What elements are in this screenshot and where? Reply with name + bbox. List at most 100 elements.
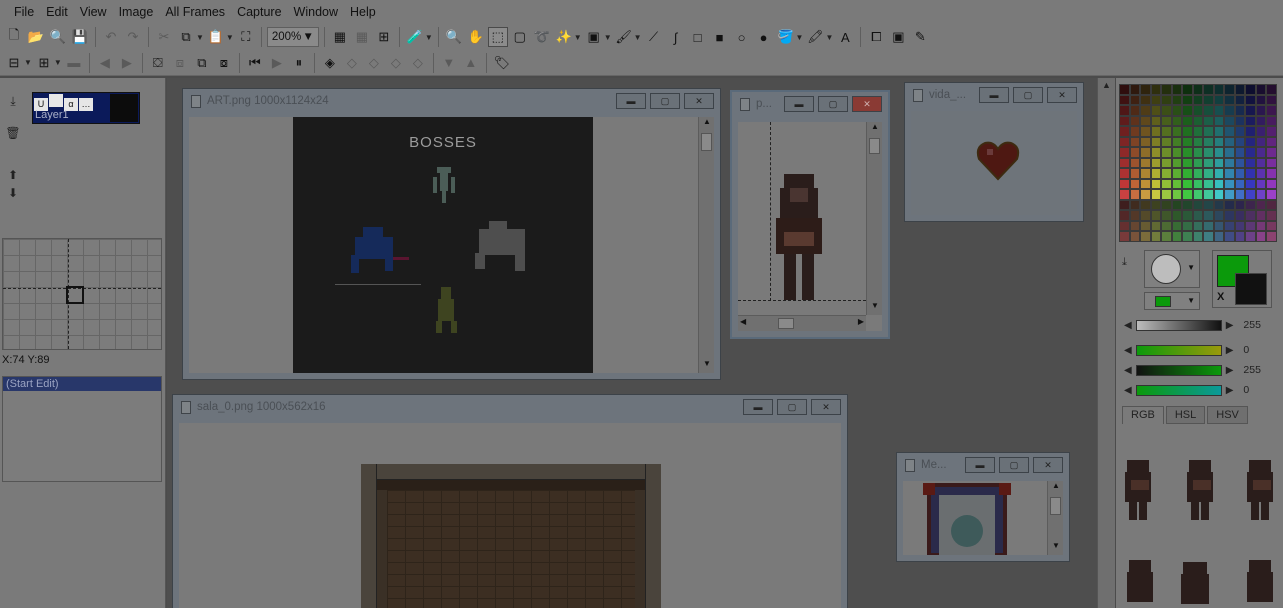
paste-icon[interactable]: 📋 — [206, 27, 226, 47]
ellipse-tool-icon[interactable]: ○ — [732, 27, 752, 47]
menu-edit[interactable]: Edit — [40, 5, 74, 19]
play-icon[interactable]: ▶ — [267, 53, 287, 73]
workspace-scrollbar[interactable]: ▲ — [1097, 78, 1115, 608]
copy-icon[interactable]: ⧉ — [176, 27, 196, 47]
menu-file[interactable]: File — [8, 5, 40, 19]
round-select-icon[interactable]: ▢ — [510, 27, 530, 47]
brush-shape-select[interactable]: ▼ — [1144, 250, 1200, 288]
maximize-button[interactable]: ▢ — [1013, 87, 1043, 103]
new-file-icon[interactable]: 🗋 — [4, 27, 24, 47]
browse-icon[interactable]: 🔍 — [48, 27, 68, 47]
move-down-icon[interactable]: ⬇ — [5, 186, 21, 202]
open-file-icon[interactable]: 📂 — [26, 27, 46, 47]
frame-tool-icon[interactable]: ▣ — [888, 27, 908, 47]
rect-select-icon[interactable]: ⬚ — [487, 27, 508, 47]
first-frame-icon[interactable]: ⏮ — [245, 53, 265, 73]
minimize-button[interactable]: ▬ — [979, 87, 1009, 103]
zoom-select[interactable]: 200% ▼ — [266, 27, 319, 47]
view-box[interactable] — [66, 286, 84, 304]
minimize-button[interactable]: ▬ — [965, 457, 995, 473]
swap-colors-icon[interactable]: X — [1217, 291, 1224, 303]
menu-view[interactable]: View — [74, 5, 113, 19]
rectangle-tool-icon[interactable]: □ — [688, 27, 708, 47]
visibility-icon[interactable] — [49, 94, 63, 107]
menu-window[interactable]: Window — [288, 5, 344, 19]
redo-icon[interactable]: ↷ — [123, 27, 143, 47]
sala-window[interactable]: sala_0.png 1000x562x16 ▬ ▢ ✕ — [172, 394, 848, 608]
menu-image[interactable]: Image — [113, 5, 160, 19]
color-swatches[interactable]: X — [1212, 250, 1272, 308]
menu-all-frames[interactable]: All Frames — [159, 5, 231, 19]
down-icon[interactable]: ▼ — [439, 53, 459, 73]
trash-icon[interactable]: 🗑 — [5, 126, 21, 142]
close-button[interactable]: ✕ — [852, 96, 882, 112]
stamp-icon[interactable]: ⛋ — [148, 53, 168, 73]
frame-props-icon[interactable]: ⊟ — [4, 53, 24, 73]
pan-tool-icon[interactable]: ✋ — [466, 27, 486, 47]
alpha-slider[interactable]: ◀ ▶ 255 — [1124, 317, 1274, 333]
cut-icon[interactable]: ✂ — [154, 27, 174, 47]
art-window[interactable]: ART.png 1000x1124x24 ▬ ▢ ✕ BOSSES ▲ ▼ — [182, 88, 721, 380]
history-item[interactable]: (Start Edit) — [3, 377, 161, 391]
crop-icon[interactable]: ⛶ — [236, 27, 256, 47]
move-up-icon[interactable]: ⬆ — [5, 168, 21, 184]
curve-tool-icon[interactable]: ∫ — [666, 27, 686, 47]
brush-icon[interactable]: 🖌 — [614, 27, 634, 47]
tile-grid-icon[interactable]: ⊞ — [374, 27, 394, 47]
maximize-button[interactable]: ▢ — [818, 96, 848, 112]
film-icon[interactable]: ▬ — [64, 53, 84, 73]
prev-icon[interactable]: ◀ — [95, 53, 115, 73]
close-button[interactable]: ✕ — [811, 399, 841, 415]
pick-color-icon[interactable]: ⤓ — [1122, 256, 1127, 269]
minimize-button[interactable]: ▬ — [616, 93, 646, 109]
close-button[interactable]: ✕ — [1033, 457, 1063, 473]
tag-icon[interactable]: 🏷 — [492, 53, 512, 73]
add-frame-icon[interactable]: ◈ — [320, 53, 340, 73]
fill-bucket-icon[interactable]: 🪣 — [776, 27, 796, 47]
blue-slider[interactable]: ◀ ▶ 0 — [1124, 382, 1274, 398]
copy-frame-icon[interactable]: ⧉ — [192, 53, 212, 73]
tab-hsl[interactable]: HSL — [1165, 406, 1206, 424]
effects-icon[interactable]: 🧪 — [405, 27, 425, 47]
maximize-button[interactable]: ▢ — [777, 399, 807, 415]
tab-hsv[interactable]: HSV — [1207, 406, 1248, 424]
pause-icon[interactable]: ⏸ — [289, 53, 309, 73]
color-palette[interactable] — [1119, 84, 1277, 246]
text-tool-icon[interactable]: A — [835, 27, 855, 47]
line-tool-icon[interactable]: ⟋ — [644, 27, 664, 47]
undo-icon[interactable]: ↶ — [101, 27, 121, 47]
layer-item[interactable]: Uα… Layer1 — [32, 92, 140, 124]
minimize-button[interactable]: ▬ — [784, 96, 814, 112]
menu-capture[interactable]: Capture — [231, 5, 287, 19]
frame-edit-icon[interactable]: ◇ — [386, 53, 406, 73]
delete-frame-icon[interactable]: ◇ — [364, 53, 384, 73]
paste-frame-icon[interactable]: ⧇ — [214, 53, 234, 73]
p-window[interactable]: p... ▬ ▢ ✕ ▲ ▼ ◀ ▶ — [730, 90, 890, 339]
vida-window[interactable]: vida_... ▬ ▢ ✕ — [904, 82, 1084, 222]
filled-rectangle-icon[interactable]: ■ — [710, 27, 730, 47]
maximize-button[interactable]: ▢ — [650, 93, 680, 109]
filled-ellipse-icon[interactable]: ● — [754, 27, 774, 47]
close-button[interactable]: ✕ — [1047, 87, 1077, 103]
close-button[interactable]: ✕ — [684, 93, 714, 109]
zoom-tool-icon[interactable]: 🔍 — [444, 27, 464, 47]
magic-wand-icon[interactable]: ✨ — [554, 27, 574, 47]
navigator-panel[interactable] — [2, 238, 162, 350]
download-icon[interactable]: ⤓ — [5, 94, 21, 110]
maximize-button[interactable]: ▢ — [999, 457, 1029, 473]
split-icon[interactable]: ⧈ — [170, 53, 190, 73]
me-window[interactable]: Me... ▬ ▢ ✕ ▲ ▼ — [896, 452, 1070, 562]
lasso-icon[interactable]: ➰ — [532, 27, 552, 47]
secondary-color[interactable] — [1235, 273, 1267, 305]
frame-list-icon[interactable]: ⊞ — [34, 53, 54, 73]
art-canvas[interactable]: BOSSES — [293, 117, 593, 373]
clone-tool-icon[interactable]: ⧠ — [866, 27, 886, 47]
gradient-icon[interactable]: 🖍 — [805, 27, 825, 47]
grid-icon[interactable]: ▦ — [330, 27, 350, 47]
menu-help[interactable]: Help — [344, 5, 382, 19]
next-icon[interactable]: ▶ — [117, 53, 137, 73]
key-frame-icon[interactable]: ◇ — [342, 53, 362, 73]
fill-mode-select[interactable]: ▼ — [1144, 292, 1200, 310]
pixel-grid-icon[interactable]: ▦ — [352, 27, 372, 47]
eraser-icon[interactable]: ✎ — [910, 27, 930, 47]
